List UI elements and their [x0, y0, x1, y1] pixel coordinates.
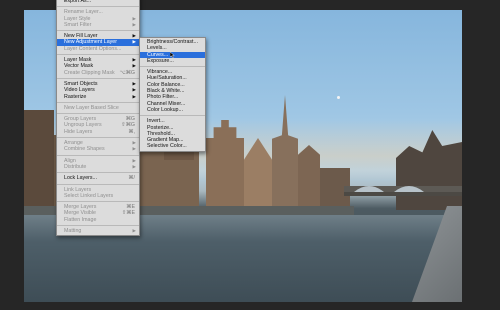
menu-item-label: Ungroup Layers [64, 122, 102, 129]
menu-item-shortcut: ⌥⌘G [119, 69, 135, 76]
menu-separator [57, 101, 139, 103]
menu-item-label: Merge Visible [64, 210, 96, 217]
menu-item-matting: Matting ▶ [57, 228, 139, 234]
menu-item-flatten-image: Flatten Image [57, 217, 139, 223]
menu-item-label: Vector Mask [64, 63, 94, 70]
menu-item-label: Combine Shapes [64, 146, 105, 153]
mouse-cursor-icon [170, 52, 175, 58]
submenu-item-exposure[interactable]: Exposure... [140, 58, 205, 64]
menu-separator [57, 225, 139, 227]
menu-item-label: Posterize... [147, 124, 174, 131]
menu-item-new-layer-based-slice: New Layer Based Slice [57, 105, 139, 111]
bridge [344, 186, 462, 196]
menu-item-label: Color Lookup... [147, 106, 183, 113]
menu-item-label: Distribute [64, 163, 87, 170]
menu-item-label: Layer Style [64, 15, 91, 22]
menu-item-label: Threshold... [147, 130, 175, 137]
menu-item-label: Matting [64, 228, 82, 235]
menu-item-label: Align [64, 157, 76, 164]
submenu-item-color-lookup[interactable]: Color Lookup... [140, 107, 205, 113]
menu-item-label: Channel Mixer... [147, 100, 186, 107]
menu-item-label: Group Layers [64, 116, 97, 123]
menu-item-select-linked-layers: Select Linked Layers [57, 193, 139, 199]
menu-separator [57, 30, 139, 32]
menu-item-export-as[interactable]: Export As... [57, 0, 139, 4]
menu-item-smart-filter: Smart Filter ▶ [57, 22, 139, 28]
menu-item-label: Rename Layer... [64, 9, 103, 16]
menu-separator [57, 54, 139, 56]
menu-item-label: Hide Layers [64, 128, 93, 135]
menu-item-label: Levels... [147, 45, 167, 52]
menu-item-lock-layers[interactable]: Lock Layers... ⌘/ [57, 175, 139, 181]
menu-item-label: Smart Objects [64, 80, 98, 87]
menu-item-label: New Fill Layer [64, 33, 98, 40]
menu-item-label: Create Clipping Mask [64, 69, 115, 76]
menu-item-label: Black & White... [147, 88, 185, 95]
menu-item-label: Layer Content Options... [64, 45, 122, 52]
menu-separator [57, 172, 139, 174]
menu-item-label: Curves... [147, 51, 169, 58]
menu-item-distribute: Distribute ▶ [57, 164, 139, 170]
menu-separator [57, 154, 139, 156]
submenu-item-selective-color[interactable]: Selective Color... [140, 143, 205, 149]
menu-item-label: New Adjustment Layer [64, 39, 117, 46]
menu-item-label: Export As... [64, 0, 92, 4]
submenu-arrow-icon: ▶ [132, 228, 136, 234]
menu-separator [57, 77, 139, 79]
submenu-arrow-icon: ▶ [132, 163, 136, 169]
submenu-arrow-icon: ▶ [132, 21, 136, 27]
menu-item-hide-layers: Hide Layers ⌘, [57, 129, 139, 135]
menu-separator [57, 6, 139, 8]
menu-item-label: Select Linked Layers [64, 192, 114, 199]
menu-item-label: Smart Filter [64, 21, 92, 28]
menu-separator [57, 183, 139, 185]
menu-item-label: Gradient Map... [147, 137, 184, 144]
menu-item-layer-content-options: Layer Content Options... [57, 46, 139, 52]
menu-separator [57, 113, 139, 115]
menu-item-label: Hue/Saturation... [147, 75, 187, 82]
menu-item-label: Layer Mask [64, 57, 92, 64]
menu-item-label: Photo Filter... [147, 94, 179, 101]
menu-item-label: Vibrance... [147, 69, 173, 76]
menu-item-label: Flatten Image [64, 216, 97, 223]
building [298, 145, 320, 210]
menu-item-create-clipping-mask: Create Clipping Mask ⌥⌘G [57, 70, 139, 76]
menu-item-label: Exposure... [147, 57, 174, 64]
submenu-arrow-icon: ▶ [132, 93, 136, 99]
menu-item-label: Selective Color... [147, 143, 187, 150]
menu-item-label: Arrange [64, 140, 83, 147]
building [24, 110, 54, 210]
menu-item-label: Invert... [147, 118, 165, 125]
submenu-arrow-icon: ▶ [132, 146, 136, 152]
layer-menu: Export As... Rename Layer... Layer Style ▶ S… [56, 0, 140, 237]
menu-item-combine-shapes: Combine Shapes ▶ [57, 146, 139, 152]
menu-separator [57, 137, 139, 139]
menu-item-label: Video Layers [64, 87, 95, 94]
menu-item-label: New Layer Based Slice [64, 104, 119, 111]
menu-item-label: Lock Layers... [64, 175, 97, 182]
menu-item-rasterize[interactable]: Rasterize ▶ [57, 94, 139, 100]
menu-item-label: Brightness/Contrast... [147, 39, 198, 45]
menu-item-label: Link Layers [64, 186, 92, 193]
menu-item-shortcut: ⌘/ [128, 175, 135, 182]
menu-item-shortcut: ⌘, [128, 128, 135, 135]
moon [337, 96, 340, 99]
menu-item-label: Color Balance... [147, 81, 185, 88]
menu-separator [57, 201, 139, 203]
menu-item-label: Merge Layers [64, 204, 97, 211]
tower [272, 95, 298, 210]
menu-separator [140, 66, 205, 68]
menu-item-label: Rasterize [64, 93, 87, 100]
menu-separator [140, 115, 205, 117]
